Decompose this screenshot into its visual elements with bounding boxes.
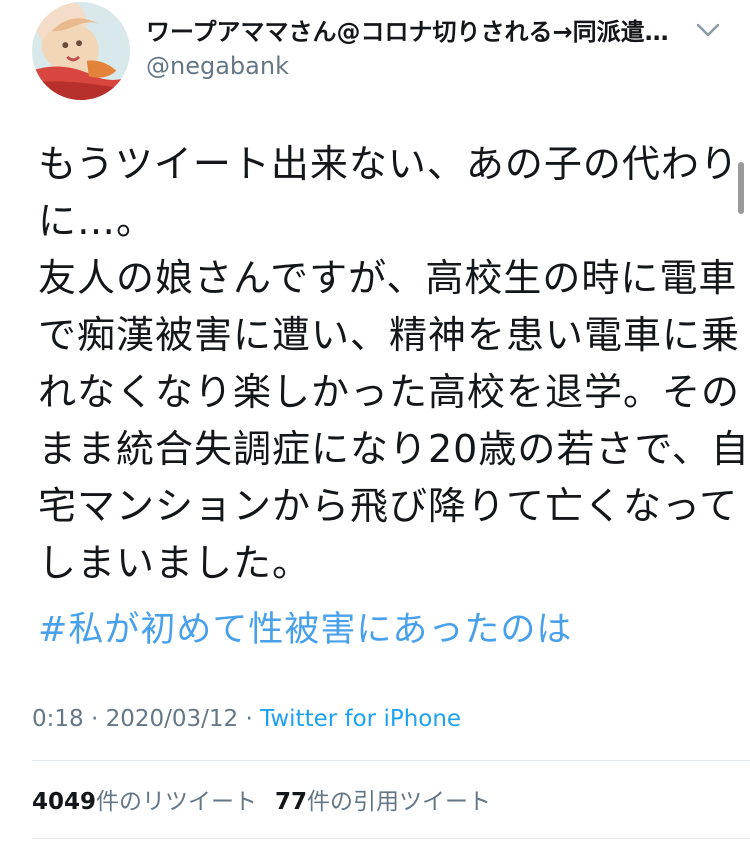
author-handle[interactable]: @negabank — [146, 52, 289, 80]
tweet-text: もうツイート出来ない、あの子の代わり に…。 友人の娘さんですが、高校生の時に電… — [38, 136, 750, 592]
tweet-date: 2020/03/12 — [105, 706, 239, 732]
avatar[interactable] — [32, 2, 130, 100]
meta-separator: · — [83, 706, 106, 732]
scroll-indicator[interactable] — [738, 162, 744, 214]
tweet-text-line: に…。 — [38, 199, 156, 243]
chevron-down-icon[interactable] — [694, 20, 722, 40]
quote-tweets-stat[interactable]: 77件の引用ツイート — [275, 789, 491, 815]
tweet-text-line: もうツイート出来ない、あの子の代わり — [38, 142, 739, 186]
divider — [32, 838, 750, 839]
tweet-text-line: 宅マンションから飛び降りて亡くなって — [38, 484, 739, 528]
divider — [32, 760, 750, 761]
hashtag-link[interactable]: #私が初めて性被害にあったのは — [38, 604, 572, 656]
tweet-stats: 4049件のリツイート 77件の引用ツイート — [32, 782, 491, 816]
retweet-label: 件のリツイート — [96, 789, 258, 815]
tweet-text-line: まま統合失調症になり20歳の若さで、自 — [38, 427, 750, 471]
tweet-detail-view: ワープアママさん@コロナ切りされる→同派遣… @negabank もうツイート出… — [0, 0, 750, 857]
retweet-count: 4049 — [32, 789, 97, 815]
retweets-stat[interactable]: 4049件のリツイート — [32, 789, 257, 815]
quote-count: 77 — [275, 789, 308, 815]
tweet-text-line: れなくなり楽しかった高校を退学。その — [38, 370, 741, 414]
tweet-text-line: 友人の娘さんですが、高校生の時に電車 — [38, 256, 738, 300]
avatar-illustration — [32, 2, 130, 100]
tweet-text-line: しまいました。 — [38, 541, 312, 585]
tweet-metadata: 0:18 · 2020/03/12 · Twitter for iPhone — [32, 706, 461, 732]
author-display-name[interactable]: ワープアママさん@コロナ切りされる→同派遣… — [146, 12, 686, 47]
quote-label: 件の引用ツイート — [307, 789, 492, 815]
meta-separator: · — [238, 706, 261, 732]
tweet-text-line: で痴漢被害に遭い、精神を患い電車に乗 — [38, 313, 741, 357]
tweet-source-link[interactable]: Twitter for iPhone — [260, 706, 461, 732]
tweet-time: 0:18 — [32, 706, 84, 732]
